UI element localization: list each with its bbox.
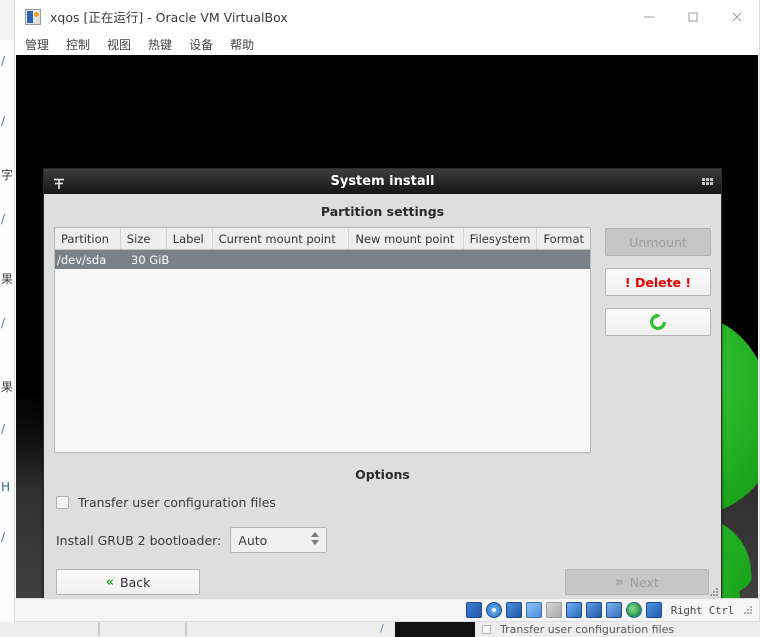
background-window-bottom-edge: / Transfer user configuration files (0, 622, 760, 637)
refresh-icon (649, 313, 667, 331)
bg-cut-off-text: Transfer user configuration files (500, 623, 675, 636)
usb-icon[interactable] (565, 602, 582, 618)
menu-item-manage[interactable]: 管理 (25, 34, 58, 55)
close-icon[interactable] (715, 0, 759, 33)
transfer-config-row: Transfer user configuration files (54, 490, 711, 510)
column-header-current-mount-point[interactable]: Current mount point (213, 228, 350, 249)
bg-glyph: 果 (1, 272, 14, 286)
grid-dots-icon[interactable] (702, 178, 713, 186)
delete-button[interactable]: ! Delete ! (605, 268, 711, 296)
chevron-right-icon: » (615, 574, 624, 590)
bg-glyph: / (1, 54, 6, 68)
partition-action-buttons: Unmount ! Delete ! (605, 227, 711, 453)
network-icon[interactable] (545, 602, 562, 618)
grub-bootloader-select[interactable]: Auto (230, 527, 328, 553)
system-install-dialog: System install Partition settings Partit… (43, 168, 722, 598)
menu-item-help[interactable]: 帮助 (230, 34, 263, 55)
bg-dark-block (395, 622, 475, 637)
chevron-down-icon[interactable] (311, 540, 320, 545)
virtualbox-menubar: 管理 控制 视图 热键 设备 帮助 (15, 33, 759, 55)
window-controls (627, 0, 759, 33)
column-header-partition[interactable]: Partition (55, 228, 121, 249)
back-button[interactable]: « Back (56, 569, 200, 595)
refresh-button[interactable] (605, 308, 711, 336)
minimize-icon[interactable] (627, 0, 671, 33)
bg-checkbox (482, 625, 491, 634)
dialog-resize-grip[interactable] (709, 587, 719, 597)
audio-icon[interactable] (525, 602, 542, 618)
next-button-label: Next (629, 574, 659, 590)
virtualbox-window: xqos [正在运行] - Oracle VM VirtualBox 管理 控制… (14, 0, 760, 622)
column-header-format[interactable]: Format (537, 228, 590, 249)
partition-table[interactable]: Partition Size Label Current mount point… (54, 227, 591, 453)
virtualbox-titlebar: xqos [正在运行] - Oracle VM VirtualBox (15, 0, 759, 33)
menu-item-hotkey[interactable]: 热键 (148, 34, 181, 55)
recording-icon[interactable] (625, 602, 642, 618)
statusbar-resize-grip[interactable] (743, 605, 753, 615)
bg-glyph: / (1, 530, 6, 544)
column-header-filesystem[interactable]: Filesystem (464, 228, 538, 249)
mouse-integration-icon[interactable] (645, 602, 662, 618)
bg-glyph: / (1, 114, 6, 128)
partition-table-body: /dev/sda 30 GiB (55, 250, 590, 452)
window-title: xqos [正在运行] - Oracle VM VirtualBox (50, 10, 288, 25)
bg-glyph: / (1, 316, 6, 330)
floppy-drive-icon[interactable] (505, 602, 522, 618)
background-window-left-edge: / / 字 / 果 / 果 / H / (0, 40, 14, 637)
unmount-button[interactable]: Unmount (605, 228, 711, 256)
hard-disk-icon[interactable] (465, 602, 482, 618)
chevron-up-icon[interactable] (311, 532, 320, 537)
grub-bootloader-value: Auto (238, 532, 268, 548)
grub-bootloader-label: Install GRUB 2 bootloader: (56, 532, 222, 548)
host-key-label: Right Ctrl (670, 603, 735, 617)
partition-settings-heading: Partition settings (320, 204, 445, 219)
bg-glyph: / (1, 212, 6, 226)
dialog-title: System install (330, 174, 435, 189)
guest-screen[interactable]: System install Partition settings Partit… (16, 55, 758, 598)
options-heading: Options (355, 467, 410, 482)
menu-item-control[interactable]: 控制 (66, 34, 99, 55)
window-menu-icon[interactable] (52, 175, 66, 189)
screen-root: / / 字 / 果 / 果 / H / xqos [正在运行] - Oracle… (0, 0, 760, 637)
column-header-label[interactable]: Label (167, 228, 213, 249)
partition-area: Partition Size Label Current mount point… (54, 227, 711, 453)
cell-size: 30 GiB (131, 252, 170, 267)
bg-divider (185, 623, 187, 636)
chevron-left-icon: « (105, 574, 115, 590)
grub-bootloader-row: Install GRUB 2 bootloader: Auto (54, 510, 711, 553)
navigation-row: « Back » Next (54, 553, 711, 595)
partition-table-header: Partition Size Label Current mount point… (55, 228, 590, 250)
column-header-size[interactable]: Size (121, 228, 167, 249)
bg-glyph: / (380, 622, 384, 635)
transfer-config-label: Transfer user configuration files (78, 495, 276, 510)
bg-divider (98, 623, 100, 636)
shared-folders-icon[interactable] (585, 602, 602, 618)
table-row[interactable]: /dev/sda 30 GiB (55, 250, 590, 269)
dialog-titlebar: System install (44, 169, 721, 194)
menu-item-devices[interactable]: 设备 (189, 34, 222, 55)
transfer-config-checkbox[interactable] (56, 496, 69, 509)
display-icon[interactable] (605, 602, 622, 618)
next-button[interactable]: » Next (565, 569, 709, 595)
dialog-body: Partition settings Partition Size Label … (44, 194, 721, 598)
maximize-icon[interactable] (671, 0, 715, 33)
bg-glyph: 字 (1, 168, 14, 182)
optical-drive-icon[interactable] (485, 602, 502, 618)
cell-partition: /dev/sda (57, 252, 107, 267)
column-header-new-mount-point[interactable]: New mount point (349, 228, 464, 249)
bg-glyph: 果 (1, 380, 14, 394)
bg-glyph: H (1, 480, 11, 494)
virtualbox-statusbar: Right Ctrl (15, 598, 759, 621)
virtualbox-icon (25, 8, 41, 25)
spinner-arrows[interactable] (311, 532, 320, 545)
back-button-label: Back (120, 574, 151, 590)
menu-item-view[interactable]: 视图 (107, 34, 140, 55)
bg-glyph: / (1, 422, 6, 436)
